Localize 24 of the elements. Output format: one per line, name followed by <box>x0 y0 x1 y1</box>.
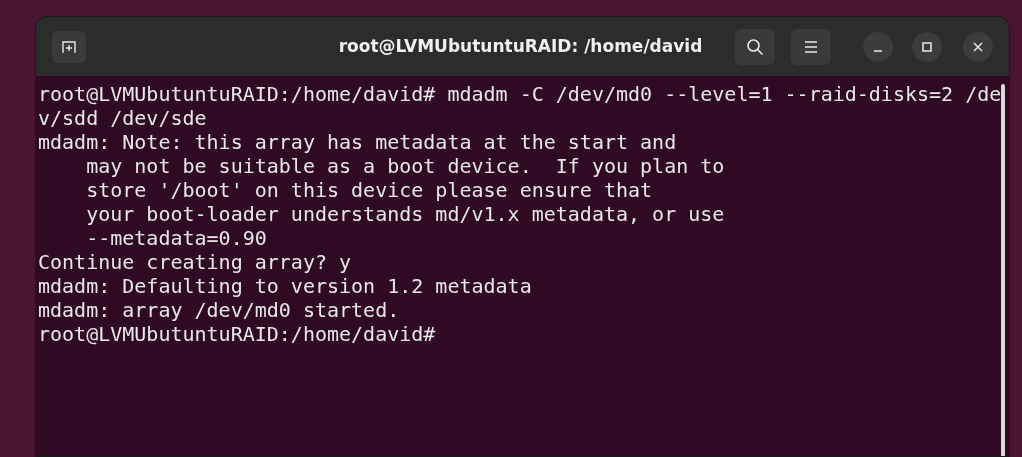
terminal-line: mdadm: Defaulting to version 1.2 metadata <box>38 274 532 298</box>
new-tab-icon <box>61 38 77 55</box>
window-title: root@LVMUbutuntuRAID: /home/david <box>338 34 703 58</box>
close-icon <box>973 41 983 52</box>
terminal-line: v/sdd /dev/sde <box>38 106 207 130</box>
menu-button[interactable] <box>791 28 831 65</box>
terminal-line: may not be suitable as a boot device. If you plan to <box>85 154 725 178</box>
menu-icon <box>804 40 818 53</box>
maximize-button[interactable] <box>912 31 942 62</box>
terminal-line: Continue creating array? y <box>38 250 352 274</box>
terminal-line: root@LVMUbutuntuRAID:/home/david# <box>38 322 436 346</box>
terminal-line: --metadata=0.90 <box>85 226 267 250</box>
terminal-line: root@LVMUbutuntuRAID:/home/david# mdadm -C /dev/md0 --level=1 --raid-disks=2 /de <box>38 82 1002 106</box>
terminal-line: mdadm: array /dev/md0 started. <box>38 298 400 322</box>
maximize-icon <box>922 41 932 52</box>
terminal-line: mdadm: Note: this array has metadata at the start and <box>38 130 677 154</box>
minimize-icon <box>873 49 883 52</box>
search-icon <box>746 37 764 56</box>
terminal-line: store '/boot' on this device please ensure that <box>85 178 653 202</box>
search-button[interactable] <box>735 28 775 65</box>
terminal-line: your boot-loader understands md/v1.x metadata, or use <box>85 202 725 226</box>
close-button[interactable] <box>963 31 993 62</box>
new-tab-button[interactable] <box>52 30 86 63</box>
scrollbar[interactable] <box>1001 84 1005 456</box>
